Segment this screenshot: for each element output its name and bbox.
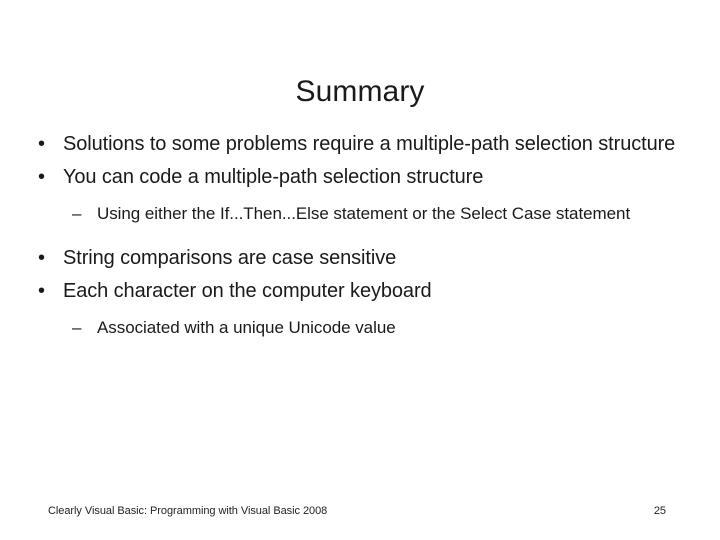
bullet-item: • You can code a multiple-path selection… [30,161,696,193]
slide-footer: Clearly Visual Basic: Programming with V… [48,503,680,519]
bullet-item: • Solutions to some problems require a m… [30,128,696,160]
bullet-dot-icon: • [38,247,45,269]
footer-source-text: Clearly Visual Basic: Programming with V… [48,505,328,517]
bullet-dot-icon: • [38,166,45,188]
slide-page-number: 25 [653,505,666,517]
sub-bullet-text: Associated with a unique Unicode value [97,318,396,337]
bullet-dot-icon: • [38,280,45,302]
bullet-text: Solutions to some problems require a mul… [63,133,676,155]
slide-body: • Solutions to some problems require a m… [30,128,696,346]
bullet-item: • Each character on the computer keyboar… [30,275,696,307]
bullet-text: You can code a multiple-path selection s… [63,166,484,188]
bullet-item: • String comparisons are case sensitive [30,242,696,274]
bullet-text: String comparisons are case sensitive [63,247,397,269]
page-title: Summary [295,75,425,109]
sub-bullet-text: Using either the If...Then...Else statem… [97,204,631,223]
bullet-dot-icon: • [38,133,45,155]
sub-bullet-item: – Associated with a unique Unicode value [30,314,696,342]
sub-bullet-item: – Using either the If...Then...Else stat… [30,200,696,228]
bullet-dash-icon: – [72,318,82,337]
bullet-text: Each character on the computer keyboard [63,280,432,302]
bullet-dash-icon: – [72,204,82,223]
slide-canvas: Summary • Solutions to some problems req… [0,0,720,540]
